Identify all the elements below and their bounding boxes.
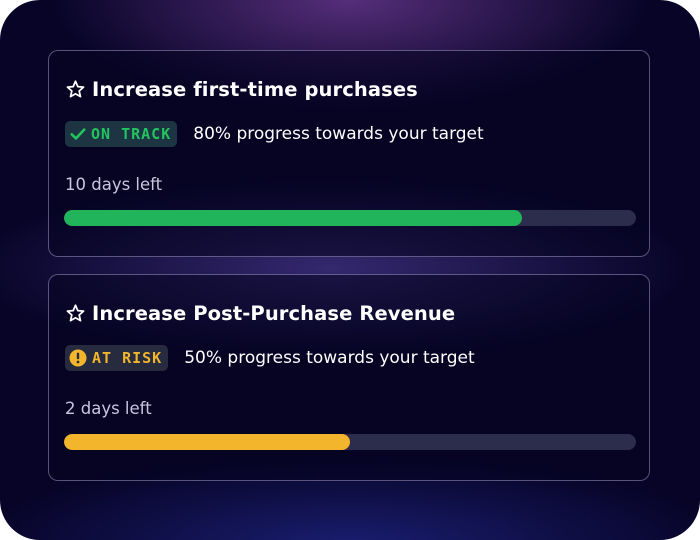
days-left: 10 days left xyxy=(65,175,163,194)
progress-text: 80% progress towards your target xyxy=(193,124,484,144)
star-icon[interactable] xyxy=(65,303,86,324)
status-badge-label: ON TRACK xyxy=(91,125,172,143)
status-badge-on-track: ON TRACK xyxy=(65,121,178,147)
goal-title: Increase first-time purchases xyxy=(92,77,418,101)
goal-status-row: AT RISK 50% progress towards your target xyxy=(65,345,475,371)
goal-status-row: ON TRACK 80% progress towards your targe… xyxy=(65,121,484,147)
goal-card-first-time-purchases[interactable]: Increase first-time purchases ON TRACK 8… xyxy=(48,50,650,257)
star-icon[interactable] xyxy=(65,79,86,100)
days-left: 2 days left xyxy=(65,399,152,418)
status-badge-label: AT RISK xyxy=(92,349,163,367)
progress-bar-fill xyxy=(64,210,522,226)
goal-card-post-purchase-revenue[interactable]: Increase Post-Purchase Revenue AT RISK 5… xyxy=(48,274,650,481)
check-icon xyxy=(70,127,86,141)
goals-panel: Increase first-time purchases ON TRACK 8… xyxy=(0,0,700,540)
goal-title: Increase Post-Purchase Revenue xyxy=(92,301,456,325)
status-badge-at-risk: AT RISK xyxy=(65,345,169,371)
goal-title-row: Increase first-time purchases xyxy=(65,76,418,102)
exclamation-circle-icon xyxy=(69,349,87,367)
progress-bar-fill xyxy=(64,434,350,450)
progress-bar xyxy=(64,434,636,450)
goal-title-row: Increase Post-Purchase Revenue xyxy=(65,300,455,326)
progress-text: 50% progress towards your target xyxy=(184,348,475,368)
progress-bar xyxy=(64,210,636,226)
